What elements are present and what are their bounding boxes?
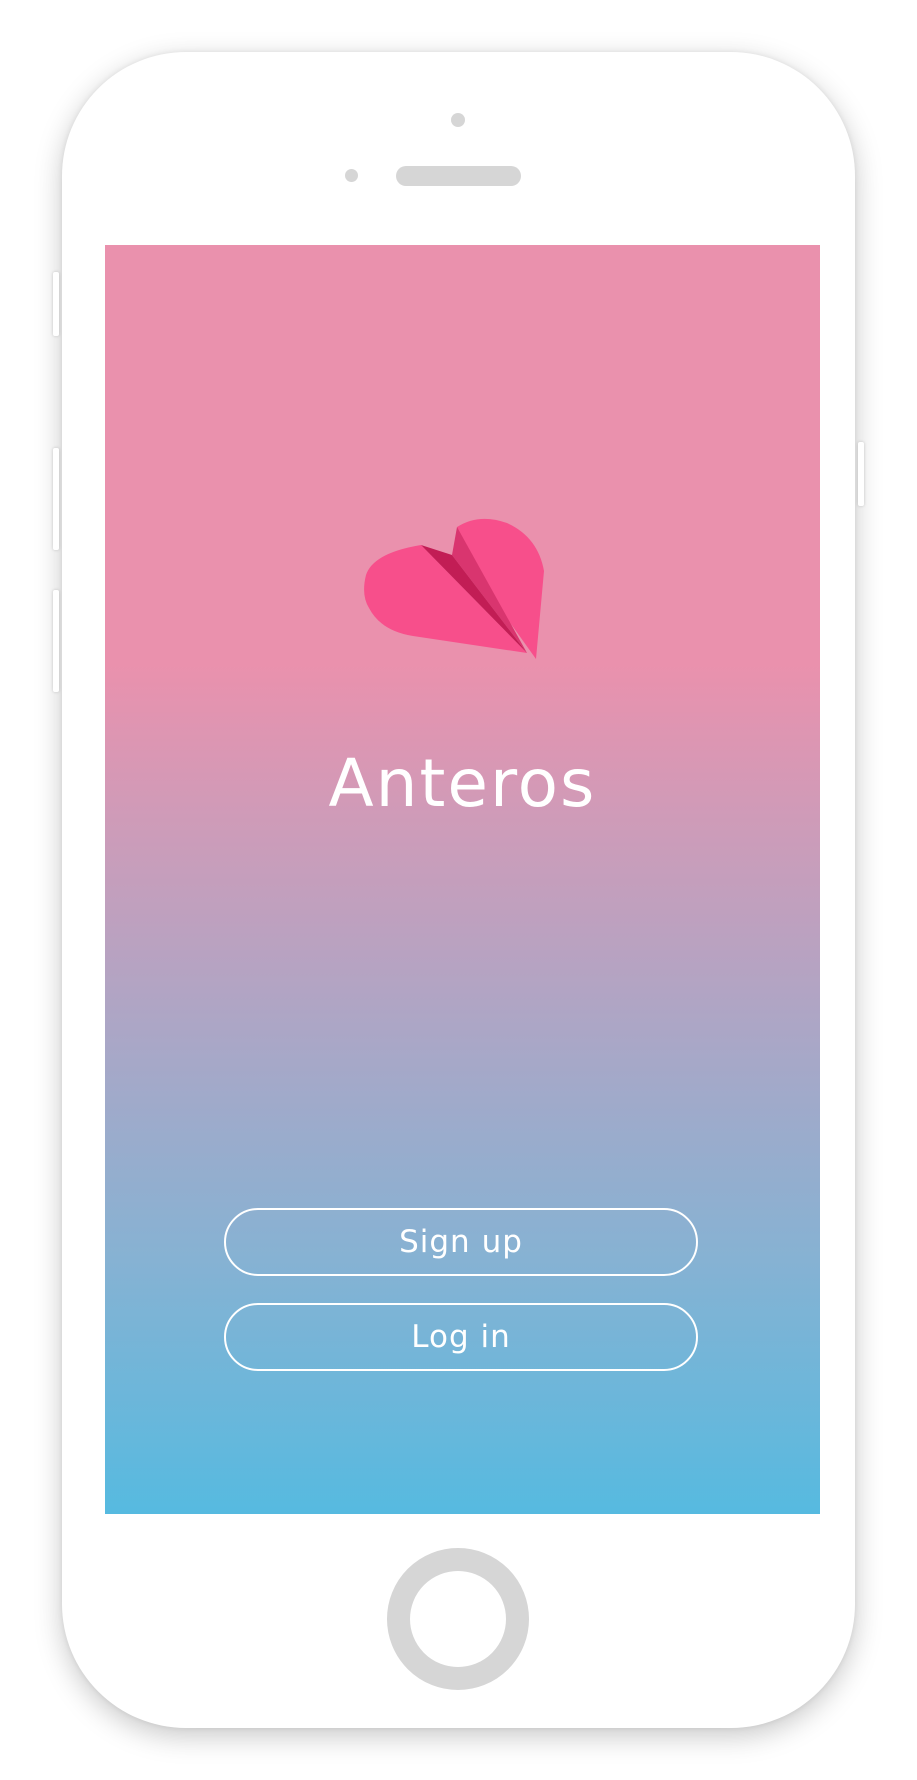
- app-screen: Anteros Sign up Log in: [105, 245, 820, 1514]
- sign-up-button[interactable]: Sign up: [224, 1208, 698, 1276]
- page: Anteros Sign up Log in: [0, 0, 917, 1780]
- earpiece-speaker: [396, 166, 521, 186]
- origami-heart-icon: [361, 515, 561, 675]
- proximity-sensor: [345, 169, 358, 182]
- home-button[interactable]: [387, 1548, 529, 1690]
- mute-switch: [53, 272, 59, 336]
- app-title: Anteros: [328, 745, 597, 822]
- volume-down-button: [53, 590, 59, 692]
- power-button: [858, 442, 864, 506]
- front-camera: [451, 113, 465, 127]
- log-in-button[interactable]: Log in: [224, 1303, 698, 1371]
- volume-up-button: [53, 448, 59, 550]
